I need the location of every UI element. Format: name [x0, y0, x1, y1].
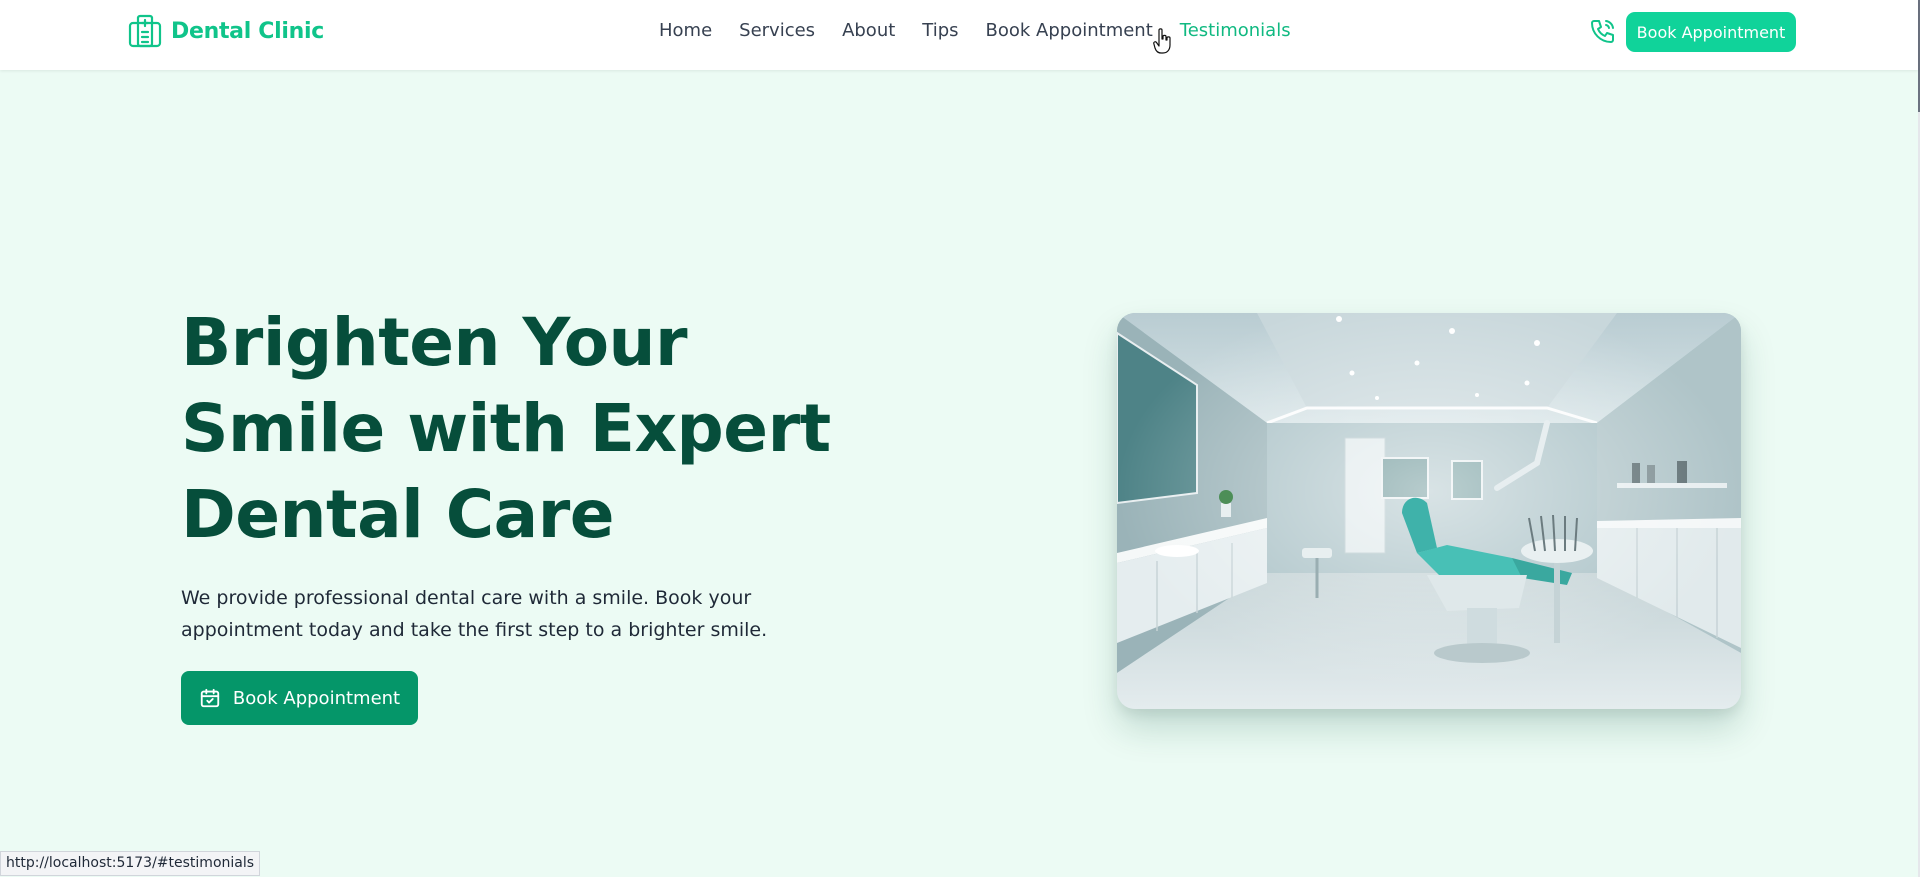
- calendar-check-icon: [200, 688, 220, 708]
- hospital-building-icon: [128, 14, 162, 48]
- brand-logo-link[interactable]: Dental Clinic: [127, 13, 324, 49]
- nav-link-tips[interactable]: Tips: [922, 20, 958, 41]
- hand-cursor-icon: [1153, 28, 1171, 54]
- nav-link-services[interactable]: Services: [739, 20, 815, 41]
- nav-link-testimonials[interactable]: Testimonials: [1180, 20, 1291, 41]
- nav-link-home[interactable]: Home: [659, 20, 712, 41]
- site-header: Dental Clinic Home Services About Tips B…: [0, 0, 1918, 70]
- brand-name: Dental Clinic: [171, 18, 324, 44]
- header-book-appointment-button[interactable]: Book Appointment: [1626, 12, 1796, 52]
- phone-icon[interactable]: [1589, 17, 1617, 45]
- hero-cta-label: Book Appointment: [232, 687, 401, 709]
- hero-book-appointment-button[interactable]: Book Appointment: [181, 671, 418, 725]
- hero-subtitle: We provide professional dental care with…: [181, 587, 768, 641]
- clinic-room-image: [1117, 313, 1741, 709]
- nav-link-book-appointment[interactable]: Book Appointment: [986, 20, 1153, 41]
- hero-title: Brighten Your Smile with Expert Dental C…: [181, 304, 831, 553]
- main-nav: Home Services About Tips Book Appointmen…: [659, 20, 1318, 41]
- nav-link-about[interactable]: About: [842, 20, 895, 41]
- status-bar-url: http://localhost:5173/#testimonials: [0, 851, 261, 876]
